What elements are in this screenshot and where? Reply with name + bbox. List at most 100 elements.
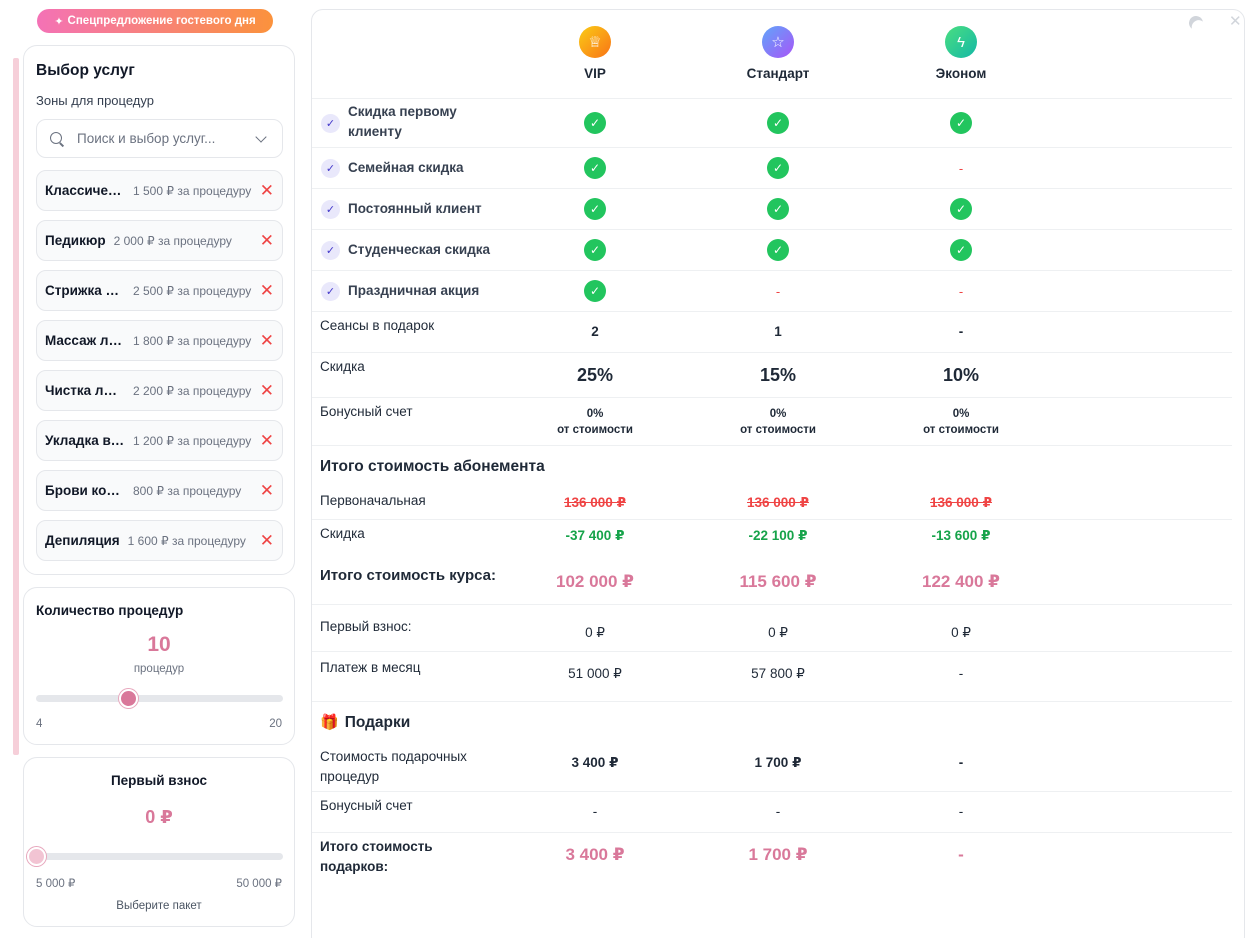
remove-icon[interactable]: ✕ — [260, 532, 274, 549]
feature-label: Студенческая скидка — [348, 241, 491, 257]
row-value: - — [958, 804, 964, 819]
dash-value: - — [958, 160, 964, 176]
service-chip[interactable]: Чистка лица 2 200 ₽ за процедуру ✕ — [36, 370, 283, 411]
row-divider — [312, 352, 1232, 353]
row-divider — [312, 311, 1232, 312]
close-icon[interactable]: ✕ — [1229, 12, 1242, 30]
service-chip[interactable]: Педикюр 2 000 ₽ за процедуру ✕ — [36, 220, 283, 261]
row-divider — [312, 188, 1232, 189]
row-label: Первый взнос: — [320, 619, 412, 634]
row-value: - — [958, 755, 964, 770]
chevron-down-icon[interactable] — [255, 130, 267, 143]
plan-name: Стандарт — [746, 66, 810, 81]
count-slider-track[interactable] — [36, 695, 283, 702]
row-divider — [312, 445, 1232, 446]
check-icon: ✓ — [767, 197, 789, 220]
feature-cell: ✓ — [891, 238, 1031, 261]
count-max: 20 — [269, 718, 282, 730]
service-name: Классический маникюр — [45, 183, 125, 198]
bonus-sub: от стоимости — [740, 424, 816, 436]
plan-header-1: ♕ VIP — [525, 26, 665, 81]
fee-slider-track[interactable] — [36, 853, 283, 860]
row-label: Бонусный счет — [320, 404, 413, 419]
bonus-value: 0% от стоимости — [708, 406, 848, 438]
row-value: 1 700 ₽ — [754, 755, 802, 770]
check-icon: ✓ — [584, 197, 606, 220]
promo-banner[interactable]: ✦ Спецпредложение гостевого дня — [37, 9, 273, 33]
search-icon — [49, 131, 65, 147]
remove-icon[interactable]: ✕ — [260, 182, 274, 199]
feature-label: Праздничная акция — [348, 282, 480, 298]
remove-icon[interactable]: ✕ — [260, 232, 274, 249]
service-name: Стрижка волос — [45, 283, 125, 298]
row-divider — [312, 701, 1232, 702]
fee-value: 0 ₽ — [145, 807, 173, 827]
service-chip[interactable]: Брови коррекция 800 ₽ за процедуру ✕ — [36, 470, 283, 511]
row-value: 115 600 ₽ — [739, 572, 817, 591]
remove-icon[interactable]: ✕ — [260, 282, 274, 299]
service-price: 2 200 ₽ за процедуру — [133, 383, 252, 398]
remove-icon[interactable]: ✕ — [260, 332, 274, 349]
service-chip[interactable]: Укладка волос 1 200 ₽ за процедуру ✕ — [36, 420, 283, 461]
row-value: -13 600 ₽ — [931, 528, 991, 543]
remove-icon[interactable]: ✕ — [260, 482, 274, 499]
row-divider — [312, 397, 1232, 398]
check-badge-icon: ✓ — [321, 158, 340, 178]
sparkles-icon: ✦ — [54, 15, 64, 28]
service-price: 1 800 ₽ за процедуру — [133, 333, 252, 348]
row-value: 136 000 ₽ — [564, 495, 626, 510]
check-icon: ✓ — [950, 111, 972, 134]
count-card: Количество процедур 10 процедур 4 20 — [23, 587, 295, 745]
row-value: 3 400 ₽ — [571, 755, 619, 770]
service-chip[interactable]: Массаж лица 1 800 ₽ за процедуру ✕ — [36, 320, 283, 361]
service-chip[interactable]: Стрижка волос 2 500 ₽ за процедуру ✕ — [36, 270, 283, 311]
service-chip[interactable]: Классический маникюр 1 500 ₽ за процедуру… — [36, 170, 283, 211]
row-value: - — [592, 804, 598, 819]
service-price: 1 500 ₽ за процедуру — [133, 183, 252, 198]
row-value: 25% — [576, 365, 614, 385]
service-name: Брови коррекция — [45, 483, 125, 498]
bonus-value: 0% от стоимости — [891, 406, 1031, 438]
bonus-percent: 0% — [769, 408, 787, 420]
row-value: - — [775, 804, 781, 819]
row-value: 15% — [759, 365, 797, 385]
row-value: 3 400 ₽ — [565, 845, 625, 864]
check-badge-icon: ✓ — [321, 199, 340, 219]
check-icon: ✓ — [584, 111, 606, 134]
plan-name: Эконом — [935, 66, 987, 81]
service-price: 2 000 ₽ за процедуру — [113, 233, 232, 248]
remove-icon[interactable]: ✕ — [260, 432, 274, 449]
check-icon: ✓ — [950, 197, 972, 220]
bonus-percent: 0% — [586, 408, 604, 420]
fee-slider-thumb[interactable] — [26, 847, 46, 866]
row-value: 0 ₽ — [951, 625, 971, 640]
services-list: Классический маникюр 1 500 ₽ за процедуру… — [36, 170, 283, 570]
row-divider — [312, 270, 1232, 271]
service-name: Депиляция — [45, 533, 120, 548]
count-title: Количество процедур — [36, 603, 184, 618]
row-label: Стоимость подарочных процедур — [320, 749, 467, 784]
feature-cell: ✓ — [525, 111, 665, 134]
feature-cell: - — [891, 160, 1031, 178]
row-label: Бонусный счет — [320, 798, 413, 813]
row-divider — [312, 832, 1232, 833]
row-value: 51 000 ₽ — [568, 666, 622, 681]
bonus-value: 0% от стоимости — [525, 406, 665, 438]
search-placeholder: Поиск и выбор услуг... — [77, 131, 216, 146]
remove-icon[interactable]: ✕ — [260, 382, 274, 399]
feature-cell: ✓ — [708, 238, 848, 261]
count-slider-thumb[interactable] — [119, 689, 139, 708]
service-chip[interactable]: Депиляция 1 600 ₽ за процедуру ✕ — [36, 520, 283, 561]
row-label: Скидка — [320, 359, 365, 374]
lightning-icon: ϟ — [945, 26, 977, 58]
row-label: Итого стоимость курса: — [320, 567, 496, 584]
check-icon: ✓ — [584, 279, 606, 302]
service-price: 2 500 ₽ за процедуру — [133, 283, 252, 298]
count-min: 4 — [36, 718, 43, 730]
row-value: 2 — [591, 324, 599, 339]
services-search-input[interactable]: Поиск и выбор услуг... — [36, 119, 283, 158]
service-name: Укладка волос — [45, 433, 125, 448]
service-name: Массаж лица — [45, 333, 125, 348]
services-subtitle: Зоны для процедур — [36, 93, 154, 108]
row-value: 57 800 ₽ — [751, 666, 805, 681]
